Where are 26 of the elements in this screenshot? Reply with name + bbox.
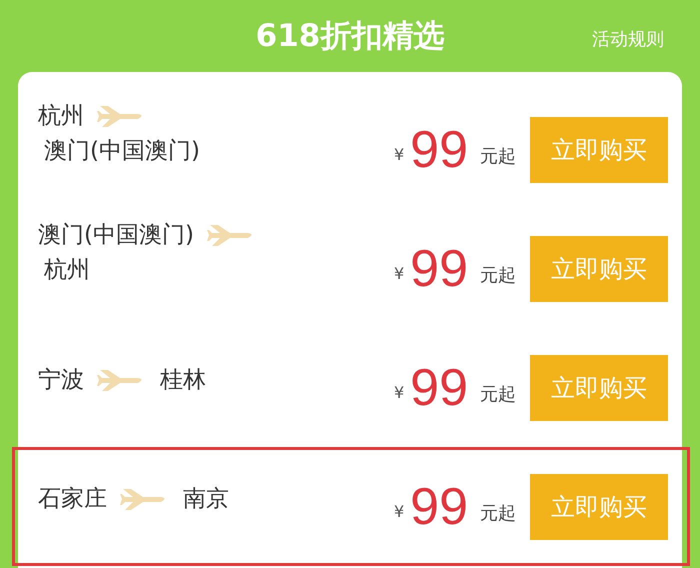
price-suffix: 元起 [480, 144, 516, 168]
destination-city: 杭州 [44, 257, 90, 283]
destination-city: 桂林 [160, 366, 206, 395]
price-suffix: 元起 [480, 264, 516, 286]
buy-now-button[interactable]: 立即购买 [530, 474, 668, 540]
currency-symbol: ¥ [394, 145, 404, 164]
page-title: 618折扣精选 [256, 17, 444, 56]
price-value: 99 [410, 238, 468, 298]
price-value: 99 [410, 358, 468, 418]
price-suffix: 元起 [480, 502, 516, 524]
currency-symbol: ¥ [394, 502, 404, 521]
buy-now-button[interactable]: 立即购买 [530, 236, 668, 302]
origin-city: 宁波 [38, 366, 84, 395]
buy-now-button[interactable]: 立即购买 [530, 354, 668, 420]
currency-symbol: ¥ [394, 383, 404, 402]
rules-link[interactable]: 活动规则 [592, 27, 664, 51]
buy-now-button[interactable]: 立即购买 [530, 116, 668, 182]
destination-city: 澳门(中国澳门) [44, 138, 200, 164]
origin-city: 杭州 [38, 102, 84, 131]
destination-city: 南京 [183, 485, 229, 514]
price-value: 99 [410, 120, 468, 180]
origin-city: 石家庄 [38, 485, 107, 514]
price-suffix: 元起 [480, 382, 516, 406]
price-value: 99 [410, 476, 468, 536]
currency-symbol: ¥ [394, 264, 404, 283]
origin-city: 澳门(中国澳门) [38, 221, 194, 250]
